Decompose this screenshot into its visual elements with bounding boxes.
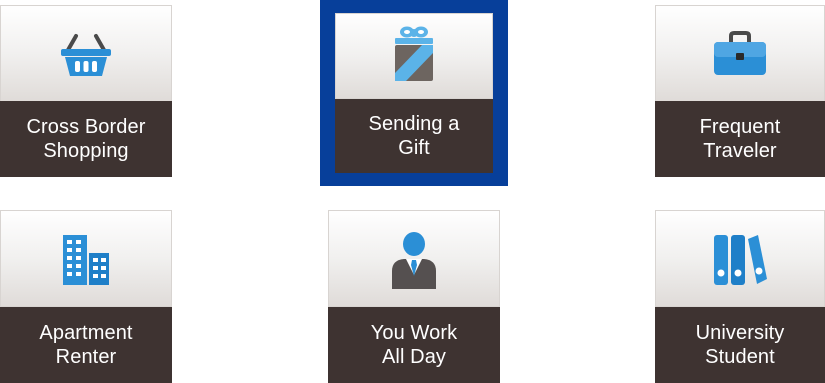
businessman-icon xyxy=(392,232,436,290)
tile-label-line1: Sending a xyxy=(368,113,460,135)
building-icon xyxy=(63,235,109,286)
tile-university-student[interactable]: University Student xyxy=(655,210,825,383)
tile-icon-area xyxy=(0,5,172,102)
tile-label-line2: Traveler xyxy=(703,140,777,162)
shopping-basket-icon xyxy=(61,33,111,76)
tile-label-line1: Frequent xyxy=(699,116,781,138)
tile-label-line2: Gift xyxy=(398,137,430,159)
tile-sending-a-gift[interactable]: Sending a Gift xyxy=(320,0,508,186)
tile-icon-area xyxy=(0,210,172,307)
binders-icon xyxy=(714,235,767,286)
tile-cross-border-shopping[interactable]: Cross Border Shopping xyxy=(0,5,172,177)
tile-label-line1: Apartment xyxy=(39,322,133,344)
gift-icon xyxy=(395,26,433,82)
tile-icon-area xyxy=(335,13,493,99)
tile-label-line2: Renter xyxy=(55,346,117,368)
tile-label-line2: All Day xyxy=(381,346,447,368)
tile-label-line1: You Work xyxy=(370,322,458,344)
tile-label: Frequent Traveler xyxy=(655,101,825,177)
tile-icon-area xyxy=(328,210,500,307)
tile-apartment-renter[interactable]: Apartment Renter xyxy=(0,210,172,383)
briefcase-icon xyxy=(714,30,766,75)
tile-label: You Work All Day xyxy=(328,307,500,383)
tile-label: Cross Border Shopping xyxy=(0,101,172,177)
tile-label: Apartment Renter xyxy=(0,307,172,383)
tile-label-line2: Shopping xyxy=(43,140,129,162)
tile-icon-area xyxy=(655,210,825,307)
tile-you-work-all-day[interactable]: You Work All Day xyxy=(328,210,500,383)
tile-icon-area xyxy=(655,5,825,102)
tile-label-line1: University xyxy=(695,322,785,344)
tile-frequent-traveler[interactable]: Frequent Traveler xyxy=(655,5,825,177)
tile-label: University Student xyxy=(655,307,825,383)
tile-label: Sending a Gift xyxy=(335,99,493,173)
tile-label-line1: Cross Border xyxy=(26,116,146,138)
tile-label-line2: Student xyxy=(705,346,775,368)
